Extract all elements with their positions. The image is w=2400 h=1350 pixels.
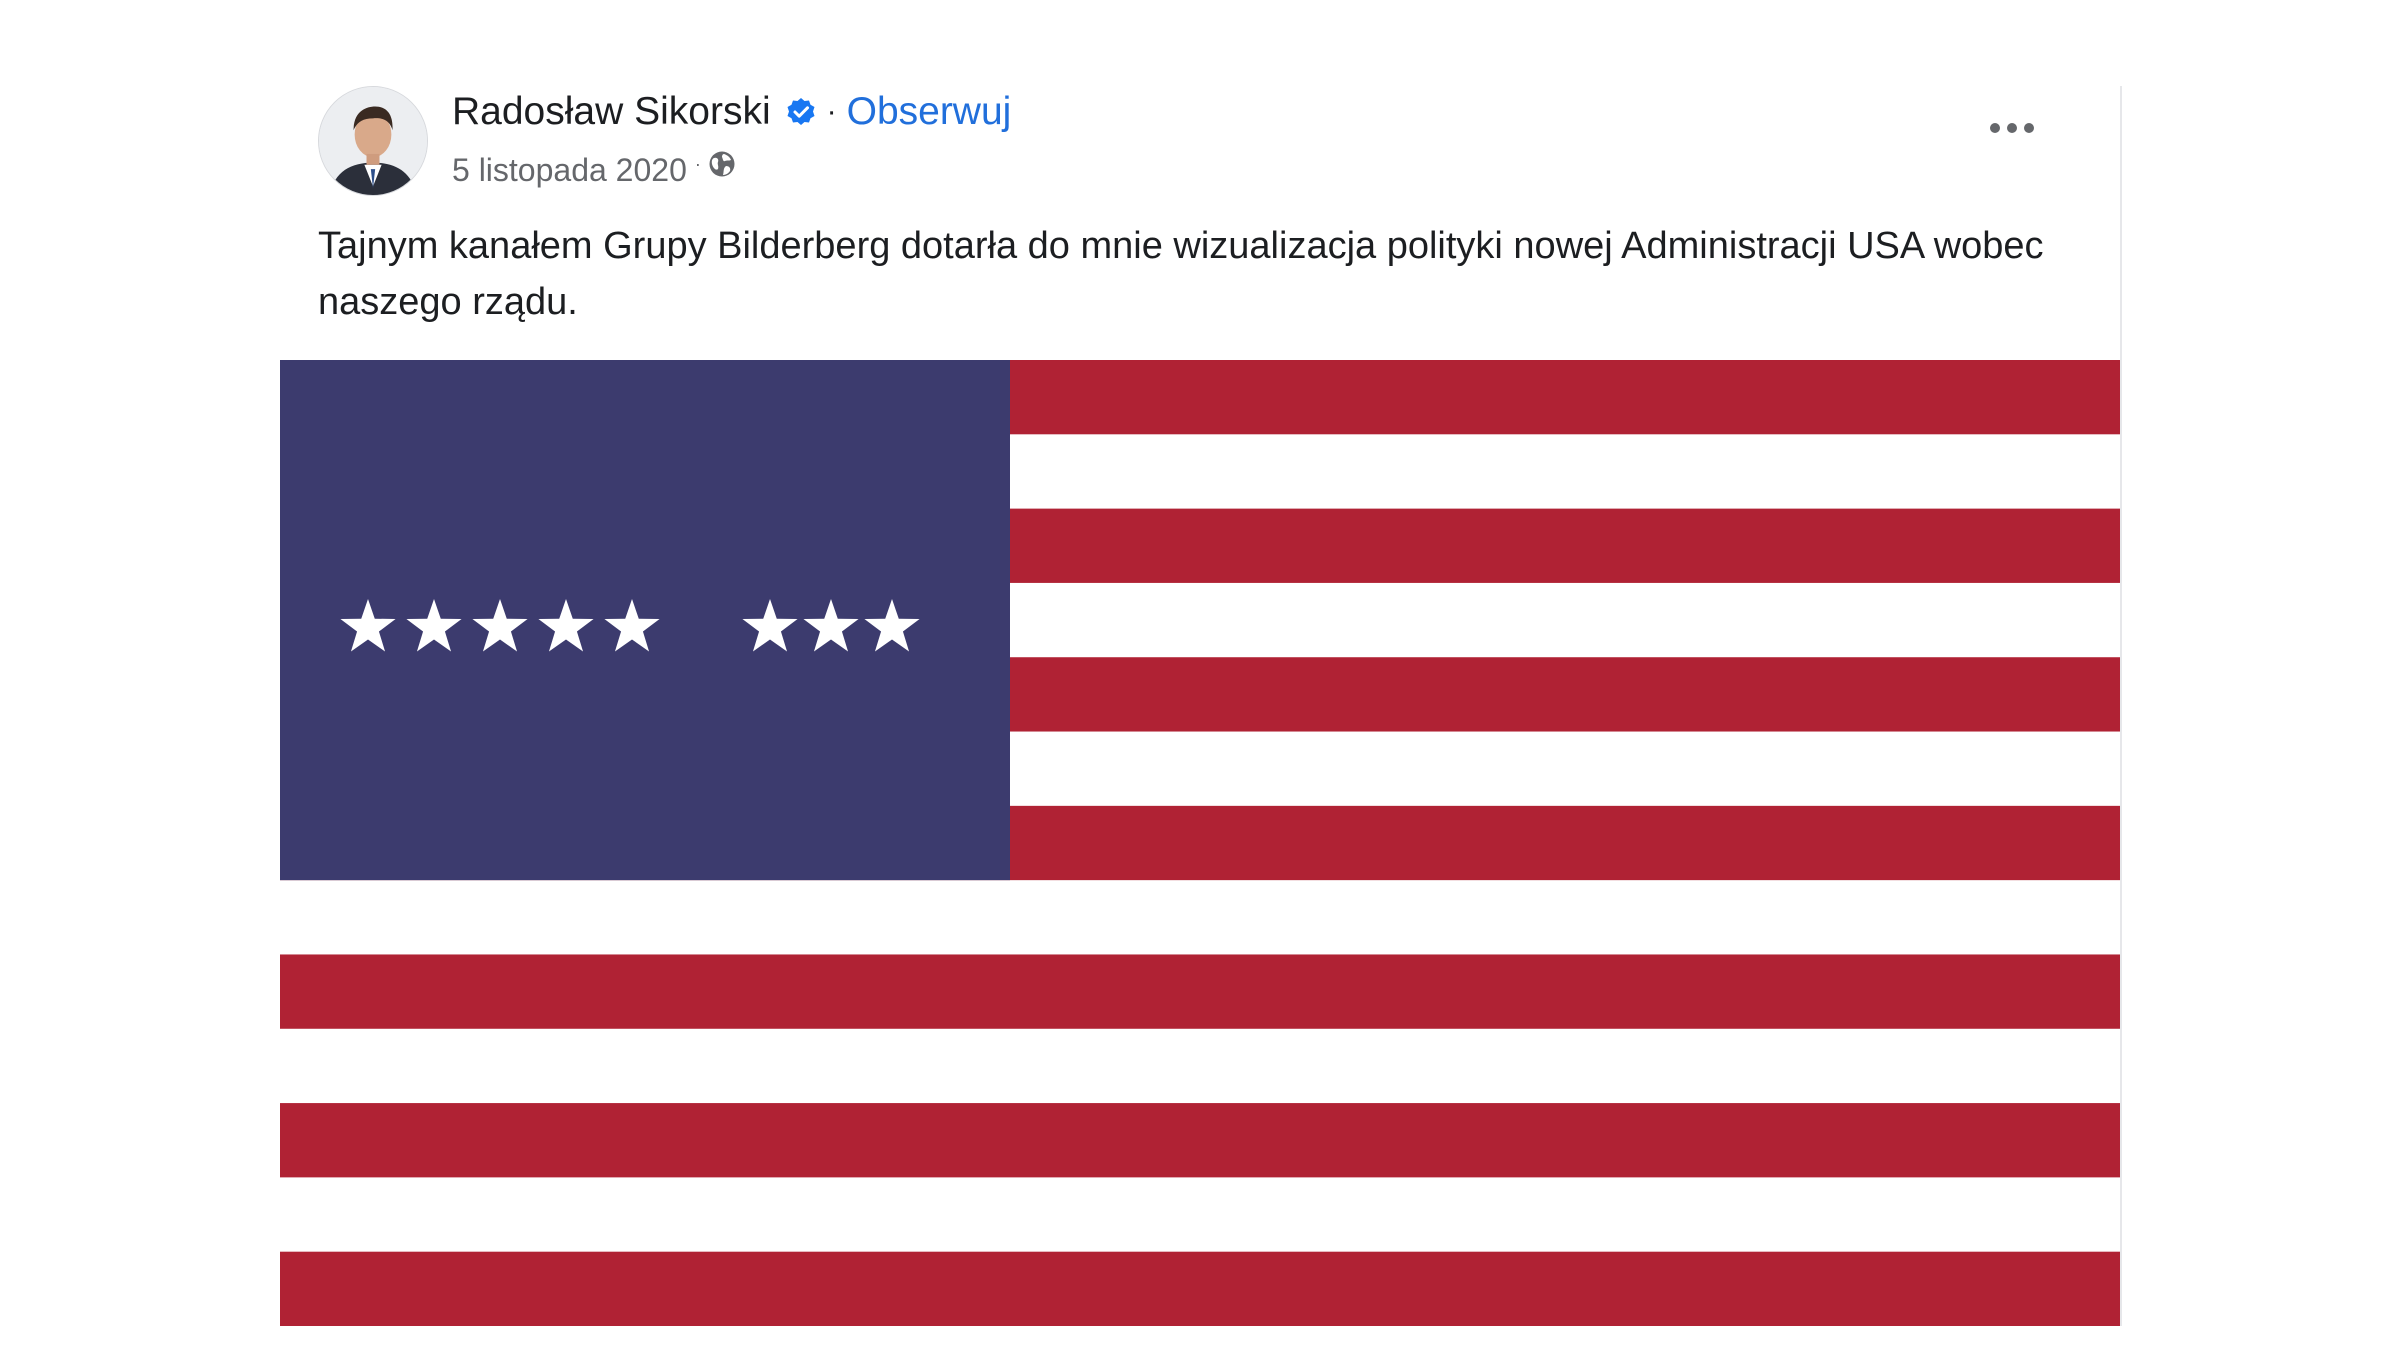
post-meta: 5 listopada 2020 · [452,149,737,189]
more-options-button[interactable] [1980,106,2044,150]
post-date[interactable]: 5 listopada 2020 [452,152,687,189]
flag-stripe [280,1251,2120,1326]
author-name[interactable]: Radosław Sikorski [452,90,771,134]
flag-stripe [280,1177,2120,1253]
avatar-portrait-icon [319,87,427,195]
author-avatar[interactable] [318,86,428,196]
post-image-flag[interactable] [280,360,2120,1326]
flag-stripe [280,880,2120,956]
globe-icon[interactable] [707,149,737,179]
follow-button[interactable]: Obserwuj [847,90,1012,134]
more-options-icon [1990,123,2034,133]
post-text: Tajnym kanałem Grupy Bilderberg dotarła … [318,225,2044,323]
post-card: Radosław Sikorski · Obserwuj 5 listopada… [280,86,2122,1326]
meta-separator: · [694,154,701,174]
author-line: Radosław Sikorski · Obserwuj [452,90,1011,134]
flag-stripe [280,1103,2120,1178]
flag-stripe [280,954,2120,1030]
verified-badge-icon [785,96,817,128]
flag-stripe [280,1028,2120,1104]
author-separator: · [826,95,837,128]
